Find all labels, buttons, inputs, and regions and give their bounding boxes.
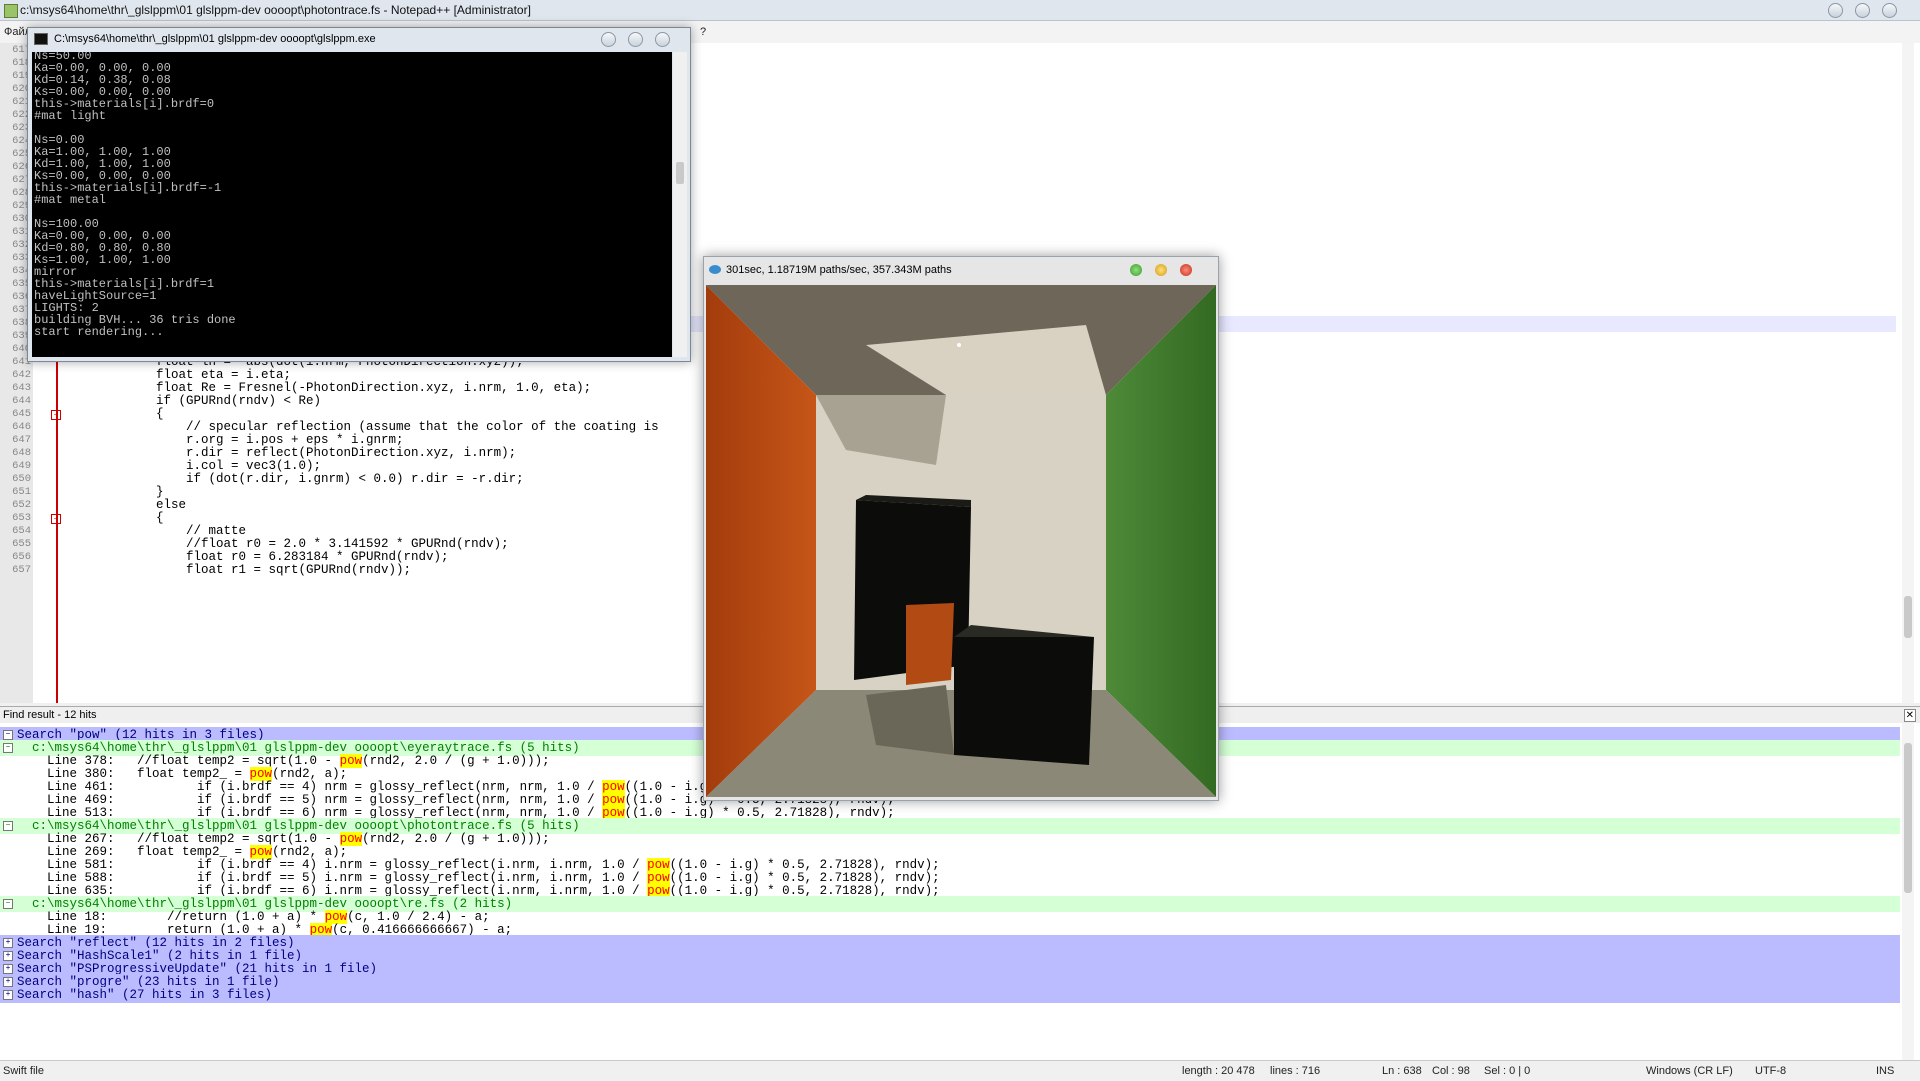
cornell-box-render — [706, 285, 1216, 797]
console-line: #mat metal — [34, 193, 107, 207]
line-number: 653 — [12, 512, 31, 524]
line-number: 642 — [12, 369, 31, 381]
window-title: c:\msys64\home\thr\_glslppm\01 glslppm-d… — [20, 3, 531, 17]
line-number: 643 — [12, 382, 31, 394]
code-line[interactable]: if (dot(r.dir, i.gnrm) < 0.0) r.dir = -r… — [66, 472, 524, 486]
editor-scroll-thumb[interactable] — [1904, 596, 1912, 638]
line-number: 647 — [12, 434, 31, 446]
status-bar: Swift file length : 20 478 lines : 716 L… — [0, 1060, 1920, 1081]
status-encoding: UTF-8 — [1755, 1065, 1787, 1077]
minimize-button[interactable] — [1828, 3, 1843, 18]
code-line[interactable]: float Re = Fresnel(-PhotonDirection.xyz,… — [66, 381, 591, 395]
console-minimize-button[interactable] — [601, 32, 616, 47]
line-number: 656 — [12, 551, 31, 563]
back-wall-orange-reflection — [906, 603, 954, 685]
expand-icon[interactable]: + — [3, 977, 13, 987]
line-number: 644 — [12, 395, 31, 407]
expand-icon[interactable]: + — [3, 951, 13, 961]
short-box — [954, 637, 1094, 765]
line-number: 646 — [12, 421, 31, 433]
close-button[interactable] — [1882, 3, 1897, 18]
render-red-button[interactable] — [1180, 264, 1192, 276]
status-eol: Windows (CR LF) — [1646, 1065, 1733, 1077]
code-line[interactable]: } — [66, 485, 164, 499]
code-line[interactable]: i.col = vec3(1.0); — [66, 459, 321, 473]
code-line[interactable]: { — [66, 511, 164, 525]
console-scrollbar[interactable] — [673, 52, 687, 357]
console-text: Ns=50.00 Ka=0.00, 0.00, 0.00 Kd=0.14, 0.38… — [34, 52, 236, 338]
collapse-icon[interactable]: − — [3, 821, 13, 831]
line-number: 650 — [12, 473, 31, 485]
collapse-icon[interactable]: − — [3, 743, 13, 753]
line-number: 649 — [12, 460, 31, 472]
close-panel-icon[interactable]: ✕ — [1903, 709, 1916, 722]
console-output: Ns=50.00 Ka=0.00, 0.00, 0.00 Kd=0.14, 0.38… — [32, 52, 672, 357]
find-results-title: Find result - 12 hits — [3, 709, 97, 721]
console-close-button[interactable] — [655, 32, 670, 47]
line-number: 648 — [12, 447, 31, 459]
status-sel: Sel : 0 | 0 — [1484, 1065, 1531, 1077]
console-window[interactable]: C:\msys64\home\thr\_glslppm\01 glslppm-d… — [27, 27, 691, 362]
light-source — [957, 343, 961, 347]
expand-icon[interactable]: + — [3, 990, 13, 1000]
expand-icon[interactable]: + — [3, 964, 13, 974]
status-col: Col : 98 — [1432, 1065, 1470, 1077]
line-number: 645 — [12, 408, 31, 420]
console-maximize-button[interactable] — [628, 32, 643, 47]
code-line[interactable]: if (GPURnd(rndv) < Re) — [66, 394, 321, 408]
search-result-group[interactable]: + Search "hash" (27 hits in 3 files) — [0, 987, 1900, 1003]
line-number: 657 — [12, 564, 31, 576]
maximize-button[interactable] — [1855, 3, 1870, 18]
code-line[interactable]: { — [66, 407, 164, 421]
code-line[interactable]: // specular reflection (assume that the … — [66, 420, 659, 434]
render-title: 301sec, 1.18719M paths/sec, 357.343M pat… — [726, 264, 952, 276]
render-green-button[interactable] — [1130, 264, 1142, 276]
floor-shadow — [866, 685, 954, 755]
expand-icon[interactable]: + — [3, 938, 13, 948]
status-filetype: Swift file — [3, 1065, 44, 1077]
render-window[interactable]: 301sec, 1.18719M paths/sec, 357.343M pat… — [703, 256, 1219, 801]
code-line[interactable]: float r0 = 6.283184 * GPURnd(rndv); — [66, 550, 449, 564]
code-line[interactable]: r.dir = reflect(PhotonDirection.xyz, i.n… — [66, 446, 516, 460]
line-number: 654 — [12, 525, 31, 537]
menu-help[interactable]: ? — [700, 21, 706, 43]
line-number: 651 — [12, 486, 31, 498]
line-number: 655 — [12, 538, 31, 550]
code-line[interactable]: //float r0 = 2.0 * 3.141592 * GPURnd(rnd… — [66, 537, 509, 551]
status-lines: lines : 716 — [1270, 1065, 1321, 1077]
console-line: #mat light — [34, 109, 107, 123]
console-title: C:\msys64\home\thr\_glslppm\01 glslppm-d… — [54, 33, 376, 45]
console-line: start rendering... — [34, 325, 164, 339]
collapse-icon[interactable]: − — [3, 730, 13, 740]
render-yellow-button[interactable] — [1155, 264, 1167, 276]
render-app-icon — [709, 265, 721, 274]
render-title-bar[interactable]: 301sec, 1.18719M paths/sec, 357.343M pat… — [704, 257, 1218, 283]
result-text: Search "hash" (27 hits in 3 files) — [17, 988, 273, 1002]
find-scroll-thumb[interactable] — [1904, 743, 1912, 893]
console-icon — [34, 33, 48, 45]
line-number: 652 — [12, 499, 31, 511]
code-line[interactable]: // matte — [66, 524, 246, 538]
code-line[interactable]: float eta = i.eta; — [66, 368, 291, 382]
status-length: length : 20 478 — [1182, 1065, 1255, 1077]
status-insert-mode: INS — [1876, 1065, 1895, 1077]
code-line[interactable]: float r1 = sqrt(GPURnd(rndv)); — [66, 563, 411, 577]
console-title-bar[interactable]: C:\msys64\home\thr\_glslppm\01 glslppm-d… — [28, 28, 690, 50]
notepad-title-bar: c:\msys64\home\thr\_glslppm\01 glslppm-d… — [0, 0, 1920, 21]
collapse-icon[interactable]: − — [3, 899, 13, 909]
code-line[interactable]: r.org = i.pos + eps * i.gnrm; — [66, 433, 404, 447]
code-line[interactable]: else — [66, 498, 186, 512]
console-scroll-thumb[interactable] — [676, 162, 684, 184]
notepad-app-icon — [4, 4, 18, 18]
status-ln: Ln : 638 — [1382, 1065, 1422, 1077]
